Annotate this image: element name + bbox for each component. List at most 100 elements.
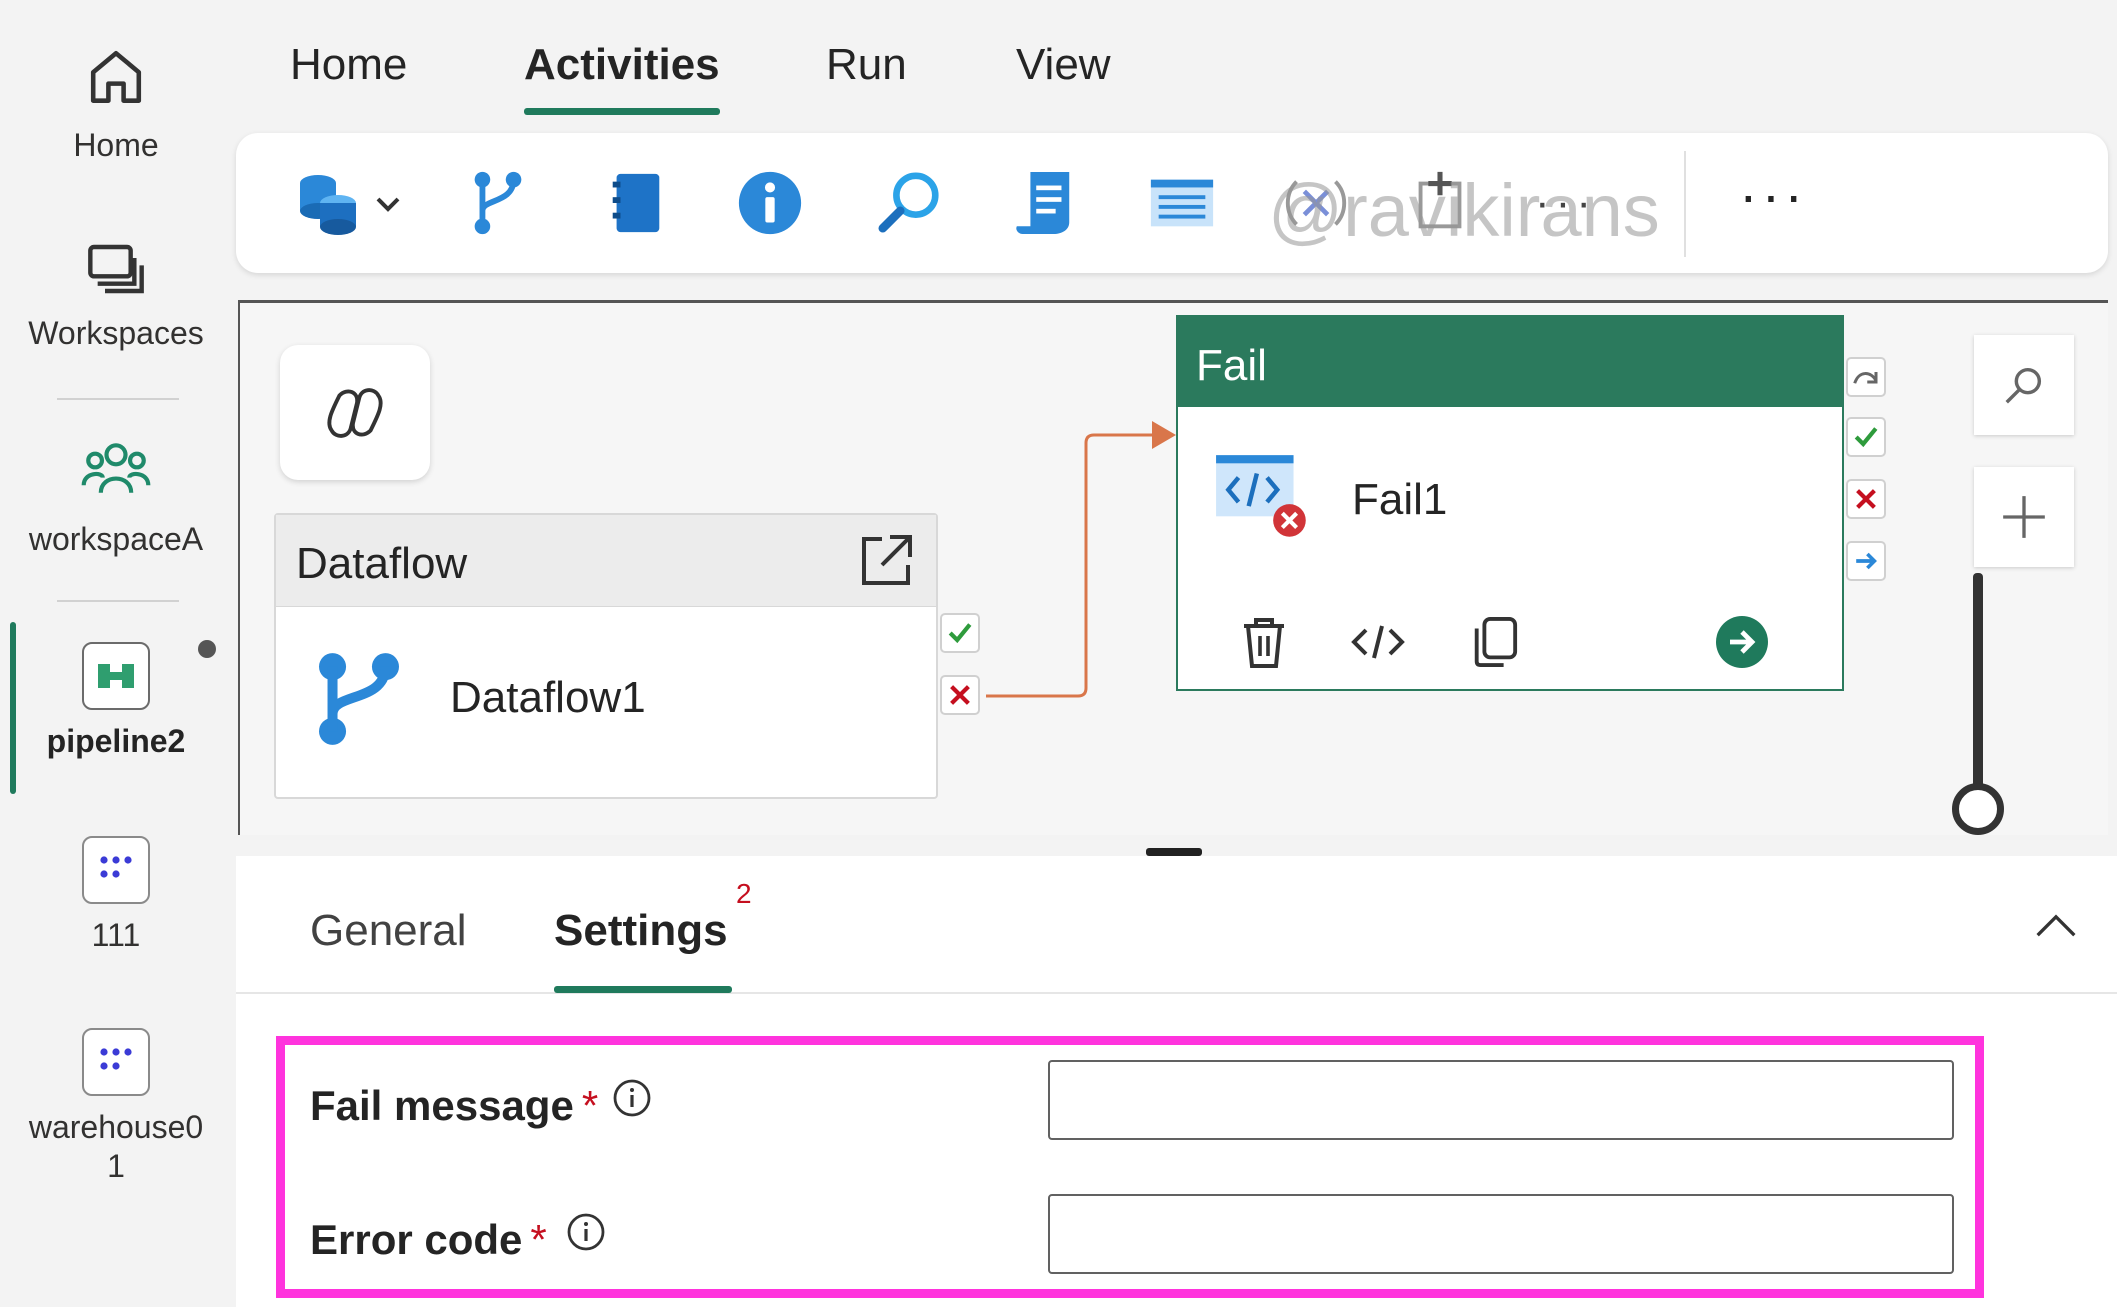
collapse-panel-button[interactable] xyxy=(2026,896,2086,956)
warehouse-icon xyxy=(82,1028,150,1096)
tab-divider xyxy=(236,992,2117,994)
on-success-port[interactable] xyxy=(1846,417,1886,457)
rail-label-line2: 1 xyxy=(107,1148,125,1184)
script-icon xyxy=(1016,171,1070,235)
more-options-button[interactable]: ··· xyxy=(1733,163,1813,243)
menu-tab-view[interactable]: View xyxy=(1016,40,1111,90)
rail-label: pipeline2 xyxy=(46,723,186,759)
info-icon[interactable] xyxy=(612,1078,652,1118)
toolbar-overflow-button[interactable]: ··· xyxy=(1526,163,1606,243)
rail-item-warehouse01[interactable]: warehouse0 1 xyxy=(0,1028,232,1185)
activities-toolbar: ··· ··· xyxy=(236,133,2108,273)
pipeline-canvas[interactable]: Dataflow Dataflow1 Fail Fail1 xyxy=(238,300,2108,835)
rail-label: Workspaces xyxy=(28,315,204,351)
open-external-icon[interactable] xyxy=(854,529,918,593)
stored-procedure-icon xyxy=(1150,179,1214,227)
on-failure-port[interactable] xyxy=(1846,479,1886,519)
toolbar-divider xyxy=(1684,151,1686,257)
error-code-input[interactable] xyxy=(1048,1194,1954,1274)
menu-tab-home[interactable]: Home xyxy=(290,40,407,90)
zoom-in-button[interactable] xyxy=(1974,467,2074,567)
fail-message-label: Fail message * xyxy=(310,1082,598,1130)
append-variable-button[interactable] xyxy=(1400,163,1480,243)
script-button[interactable] xyxy=(1004,163,1084,243)
fail-activity-card[interactable]: Fail Fail1 xyxy=(1176,315,1844,691)
menu-tab-run[interactable]: Run xyxy=(826,40,907,90)
on-skip-port[interactable] xyxy=(1846,357,1886,397)
card-header: Fail xyxy=(1178,317,1842,407)
notebook-button[interactable] xyxy=(596,163,676,243)
field-label-text: Error code xyxy=(310,1216,523,1263)
copy-data-button[interactable] xyxy=(294,163,414,243)
card-header: Dataflow xyxy=(276,515,936,607)
info-icon xyxy=(738,171,802,235)
search-canvas-button[interactable] xyxy=(1974,335,2074,435)
trash-icon xyxy=(1244,618,1284,668)
dataflow-button[interactable] xyxy=(458,163,538,243)
plus-icon xyxy=(2003,496,2045,538)
stored-procedure-button[interactable] xyxy=(1142,163,1222,243)
lookup-button[interactable] xyxy=(870,163,950,243)
left-rail: Home Workspaces workspaceA pipeline2 111… xyxy=(0,0,232,1307)
get-metadata-button[interactable] xyxy=(730,163,810,243)
rail-label: warehouse0 xyxy=(28,1109,204,1145)
error-count-badge: 2 xyxy=(736,878,752,909)
rail-item-home[interactable]: Home xyxy=(0,38,232,164)
rail-divider xyxy=(57,600,179,602)
on-success-port[interactable] xyxy=(940,613,980,653)
zoom-slider-track[interactable] xyxy=(1973,573,1983,803)
rail-label: workspaceA xyxy=(28,521,204,557)
rail-item-111[interactable]: 111 xyxy=(0,836,232,954)
home-icon xyxy=(90,50,142,103)
search-icon xyxy=(2005,367,2042,404)
code-icon xyxy=(1351,625,1405,659)
workspaces-icon xyxy=(88,244,144,294)
checkmark-icon xyxy=(1854,427,1878,448)
dataflow-icon xyxy=(474,171,522,235)
pipeline-icon xyxy=(82,642,150,710)
tab-settings[interactable]: Settings xyxy=(554,906,728,956)
info-icon[interactable] xyxy=(566,1212,606,1252)
app-window: Home Workspaces workspaceA pipeline2 111… xyxy=(0,0,2117,1307)
copy-data-icon xyxy=(300,175,400,235)
fail-message-input[interactable] xyxy=(1048,1060,1954,1140)
variable-icon xyxy=(1285,180,1347,226)
copy-activity-button[interactable] xyxy=(1464,612,1524,672)
copy-icon xyxy=(1474,617,1518,667)
active-tab-indicator xyxy=(554,986,732,993)
error-code-label: Error code * xyxy=(310,1216,547,1264)
notebook-icon xyxy=(612,173,660,233)
navigate-button[interactable] xyxy=(1712,612,1772,672)
activity-name: Dataflow1 xyxy=(450,673,646,722)
rail-item-workspaces[interactable]: Workspaces xyxy=(0,236,232,352)
panel-resize-handle[interactable] xyxy=(1146,848,1202,856)
checkmark-icon xyxy=(948,623,972,644)
overflow-dots-icon: ··· xyxy=(1535,178,1597,227)
field-label-text: Fail message xyxy=(310,1082,574,1129)
arrow-right-circle-icon xyxy=(1716,616,1768,668)
dataflow-icon xyxy=(319,653,399,745)
zoom-slider-thumb[interactable] xyxy=(1952,783,2004,835)
fail-activity-icon xyxy=(1216,455,1306,537)
required-marker: * xyxy=(581,1082,599,1129)
main-area: Home Activities Run View ··· ··· @raviki… xyxy=(236,0,2117,1307)
rail-label: Home xyxy=(73,127,159,163)
rail-label: 111 xyxy=(91,917,141,953)
on-completion-port[interactable] xyxy=(1846,541,1886,581)
warehouse-icon xyxy=(82,836,150,904)
card-type-label: Dataflow xyxy=(296,539,468,588)
skip-icon xyxy=(1853,372,1878,384)
people-icon xyxy=(81,443,151,494)
tab-general[interactable]: General xyxy=(310,906,467,956)
dataflow-activity-card[interactable]: Dataflow Dataflow1 xyxy=(274,513,938,799)
rail-item-pipeline2[interactable]: pipeline2 xyxy=(0,642,232,760)
set-variable-button[interactable] xyxy=(1276,163,1356,243)
rail-item-workspacea[interactable]: workspaceA xyxy=(0,432,232,558)
delete-activity-button[interactable] xyxy=(1234,612,1294,672)
chevron-up-icon xyxy=(2036,914,2076,937)
menu-tab-activities[interactable]: Activities xyxy=(524,40,720,90)
view-code-button[interactable] xyxy=(1348,612,1408,672)
arrow-right-icon xyxy=(1856,552,1877,570)
on-failure-port[interactable] xyxy=(940,675,980,715)
x-icon xyxy=(1856,489,1876,509)
